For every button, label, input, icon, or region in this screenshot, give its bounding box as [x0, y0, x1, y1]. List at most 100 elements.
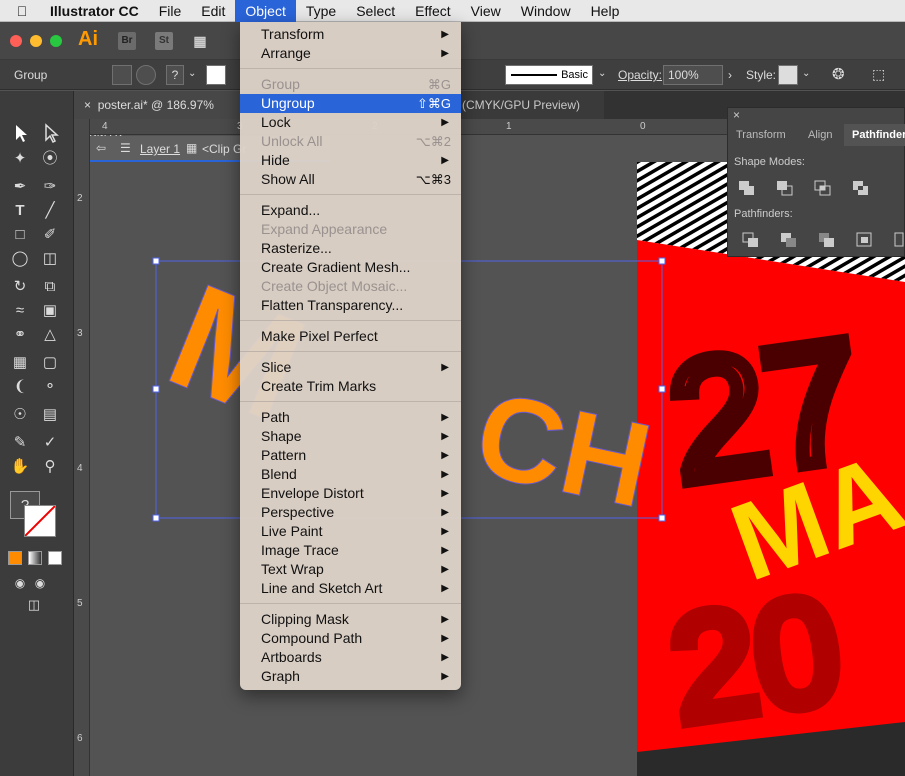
app-menu[interactable]: Illustrator CC [44, 0, 149, 22]
type-tool-icon[interactable]: T [8, 199, 32, 223]
gradient-mode-button[interactable] [28, 551, 42, 565]
free-transform-tool-icon[interactable]: ▣ [38, 299, 62, 323]
draw-behind-icon[interactable]: ◉ [28, 571, 52, 595]
resize-handle[interactable] [152, 257, 160, 265]
rotate-tool-icon[interactable]: ↻ [8, 275, 32, 299]
close-window-button[interactable] [10, 35, 22, 47]
menu-item-hide[interactable]: Hide ▶ [240, 151, 461, 170]
breadcrumb-layer[interactable]: Layer 1 [140, 142, 180, 156]
menu-view[interactable]: View [461, 0, 511, 22]
unite-icon[interactable] [738, 180, 756, 196]
menu-item-create-trim-marks[interactable]: Create Trim Marks [240, 377, 461, 396]
lasso-tool-icon[interactable]: ⦿ [38, 147, 62, 171]
tab-transform[interactable]: Transform [728, 124, 794, 146]
menu-item-blend[interactable]: Blend ▶ [240, 465, 461, 484]
menu-item-shape[interactable]: Shape ▶ [240, 427, 461, 446]
outline-icon[interactable] [894, 232, 904, 248]
resize-handle[interactable] [152, 514, 160, 522]
resize-handle[interactable] [658, 385, 666, 393]
hand-tool-icon[interactable]: ✋ [8, 455, 32, 479]
tab-poster[interactable]: × poster.ai* @ 186.97% (CMYK [74, 91, 242, 140]
menu-help[interactable]: Help [581, 0, 630, 22]
graphic-style-swatch[interactable] [778, 65, 798, 85]
line-tool-icon[interactable]: ╱ [38, 199, 62, 223]
eyedropper-tool-icon[interactable]: ❨ [8, 375, 32, 399]
menu-object[interactable]: Object [235, 0, 296, 22]
menu-item-transform[interactable]: Transform ▶ [240, 25, 461, 44]
apple-icon[interactable]:  [0, 3, 44, 19]
stroke-style-select[interactable]: Basic [505, 65, 593, 85]
slice-tool-icon[interactable]: ✓ [38, 431, 62, 455]
shaper-tool-icon[interactable]: ◯ [8, 247, 32, 271]
artboard-tool-icon[interactable]: ✎ [8, 431, 32, 455]
menu-item-create-gradient-mesh[interactable]: Create Gradient Mesh... [240, 258, 461, 277]
paintbrush-tool-icon[interactable]: ✐ [38, 223, 62, 247]
resize-handle[interactable] [658, 514, 666, 522]
menu-item-live-paint[interactable]: Live Paint ▶ [240, 522, 461, 541]
magic-wand-tool-icon[interactable]: ✦ [8, 147, 32, 171]
close-tab-icon[interactable]: × [84, 98, 91, 112]
symbol-sprayer-tool-icon[interactable]: ☉ [8, 403, 32, 427]
scale-tool-icon[interactable]: ⧉ [38, 275, 62, 299]
menu-item-flatten-transparency[interactable]: Flatten Transparency... [240, 296, 461, 315]
menu-item-perspective[interactable]: Perspective ▶ [240, 503, 461, 522]
zoom-window-button[interactable] [50, 35, 62, 47]
menu-item-clipping-mask[interactable]: Clipping Mask ▶ [240, 610, 461, 629]
merge-icon[interactable] [818, 232, 836, 248]
menu-item-arrange[interactable]: Arrange ▶ [240, 44, 461, 63]
menu-item-path[interactable]: Path ▶ [240, 408, 461, 427]
minus-front-icon[interactable] [776, 180, 794, 196]
resize-handle[interactable] [658, 257, 666, 265]
mesh-tool-icon[interactable]: ▦ [8, 351, 32, 375]
tab-pathfinder[interactable]: Pathfinder [844, 124, 905, 146]
minimize-window-button[interactable] [30, 35, 42, 47]
menu-select[interactable]: Select [346, 0, 405, 22]
menu-effect[interactable]: Effect [405, 0, 461, 22]
stroke-swatch[interactable] [206, 65, 226, 85]
menu-item-envelope-distort[interactable]: Envelope Distort ▶ [240, 484, 461, 503]
opacity-label[interactable]: Opacity: [618, 68, 662, 82]
perspective-grid-tool-icon[interactable]: △ [38, 323, 62, 347]
color-mode-button[interactable] [8, 551, 22, 565]
bridge-button[interactable]: Br [118, 32, 136, 50]
shape-builder-tool-icon[interactable]: ⚭ [8, 323, 32, 347]
align-options-icon[interactable]: ⬚ [872, 66, 885, 83]
menu-item-slice[interactable]: Slice ▶ [240, 358, 461, 377]
menu-item-image-trace[interactable]: Image Trace ▶ [240, 541, 461, 560]
curvature-tool-icon[interactable]: ✑ [38, 175, 62, 199]
chevron-right-icon[interactable]: › [728, 68, 732, 82]
menu-item-text-wrap[interactable]: Text Wrap ▶ [240, 560, 461, 579]
chevron-down-icon[interactable]: ⌄ [802, 68, 810, 79]
tab-second-document[interactable]: (CMYK/GPU Preview) [454, 91, 604, 119]
selected-letters-ch[interactable]: CH [464, 366, 662, 534]
menu-window[interactable]: Window [511, 0, 581, 22]
menu-item-lock[interactable]: Lock ▶ [240, 113, 461, 132]
chevron-down-icon[interactable]: ⌄ [188, 68, 196, 79]
menu-item-make-pixel-perfect[interactable]: Make Pixel Perfect [240, 327, 461, 346]
exclude-icon[interactable] [852, 180, 870, 196]
tab-align[interactable]: Align [800, 124, 840, 146]
blend-tool-icon[interactable]: ⚬ [38, 375, 62, 399]
close-panel-icon[interactable]: × [733, 108, 740, 122]
recolor-artwork-icon[interactable]: ❂ [832, 65, 845, 83]
intersect-icon[interactable] [814, 180, 832, 196]
menu-item-compound-path[interactable]: Compound Path ▶ [240, 629, 461, 648]
divide-icon[interactable] [742, 232, 760, 248]
workspace-layout-icon[interactable]: ▦ [188, 32, 212, 50]
trim-icon[interactable] [780, 232, 798, 248]
rectangle-tool-icon[interactable]: □ [8, 223, 32, 247]
stock-button[interactable]: St [155, 32, 173, 50]
menu-item-line-and-sketch-art[interactable]: Line and Sketch Art ▶ [240, 579, 461, 598]
direct-selection-tool-icon[interactable] [38, 121, 62, 145]
menu-item-expand[interactable]: Expand... [240, 201, 461, 220]
eraser-tool-icon[interactable]: ◫ [38, 247, 62, 271]
chevron-down-icon[interactable]: ⌄ [598, 68, 606, 79]
menu-item-graph[interactable]: Graph ▶ [240, 667, 461, 686]
screen-mode-icon[interactable]: ◫ [22, 593, 46, 617]
menu-file[interactable]: File [149, 0, 192, 22]
menu-item-artboards[interactable]: Artboards ▶ [240, 648, 461, 667]
transform-icon[interactable] [112, 65, 132, 85]
opacity-input[interactable]: 100% [663, 65, 723, 85]
menu-item-rasterize[interactable]: Rasterize... [240, 239, 461, 258]
zoom-tool-icon[interactable]: ⚲ [38, 455, 62, 479]
